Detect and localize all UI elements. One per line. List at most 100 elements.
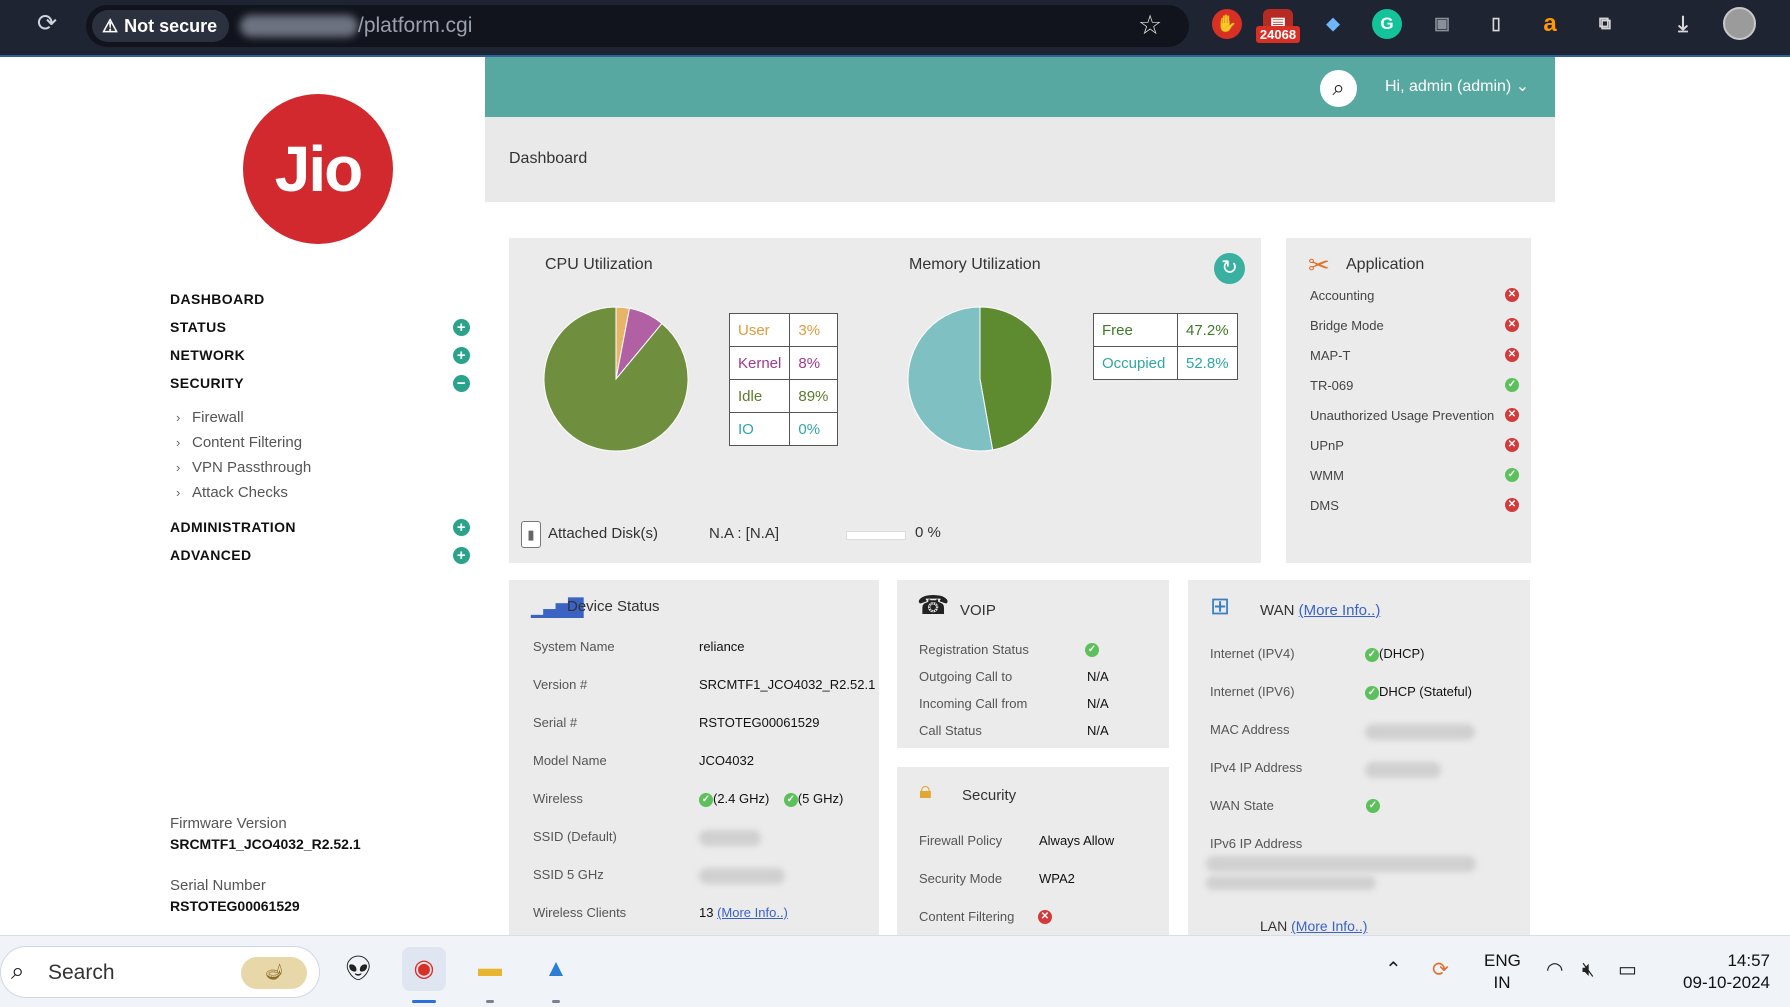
nav-administration[interactable]: ADMINISTRATION + (170, 513, 470, 541)
legend-label-occupied: Occupied (1093, 346, 1178, 380)
security-value: WPA2 (1039, 871, 1075, 886)
language-indicator[interactable]: ENG IN (1484, 950, 1521, 994)
application-title: Application (1346, 256, 1425, 273)
nav-label: STATUS (170, 319, 227, 335)
taskbar-search[interactable]: ⌕ Search 🪔︎ (0, 946, 320, 998)
file-explorer-icon[interactable]: ▬ (468, 947, 512, 991)
pie-slice-occupied (907, 306, 994, 452)
device-label: SSID 5 GHz (533, 867, 604, 882)
subnav-label: Attack Checks (192, 484, 288, 501)
wan-label: IPv6 IP Address (1210, 836, 1303, 851)
voip-panel: ☎ VOIP Registration Status ✓ Outgoing Ca… (897, 580, 1169, 748)
legend-label-idle: Idle (728, 379, 791, 413)
battery-icon[interactable]: ▭ (1618, 958, 1637, 982)
refresh-icon[interactable]: ↻ (1214, 253, 1245, 284)
url-text[interactable]: /platform.cgi (358, 12, 472, 40)
nav-advanced[interactable]: ADVANCED + (170, 541, 470, 569)
redacted-value (1365, 724, 1475, 740)
windows-taskbar: ⌕ Search 🪔︎ 👽︎ ◉ ▬ ▲ ⌃ ⟳ ENG IN ◠ 🔇︎ ▭ 14… (0, 935, 1790, 1007)
reload-icon[interactable]: ⟳ (33, 10, 61, 38)
security-label: Not secure (124, 16, 218, 36)
legend-value-free: 47.2% (1177, 313, 1238, 347)
serial-value: RSTOTEG00061529 (170, 898, 300, 914)
voip-value: N/A (1087, 696, 1109, 711)
wan-more-info-link[interactable]: (More Info..) (1299, 602, 1381, 619)
device-label: Version # (533, 677, 588, 692)
lan-title-group: LAN (More Info..) (1260, 918, 1367, 934)
device-value: RSTOTEG00061529 (699, 715, 820, 730)
warning-icon: ⚠ (102, 16, 119, 36)
legend-row: Kernel 8% (728, 346, 839, 380)
security-indicator[interactable]: ⚠ Not secure (92, 10, 230, 42)
memory-legend: Free 47.2% Occupied 52.8% (1093, 313, 1238, 380)
app-row-tr069: TR-069 ✓ (1310, 378, 1519, 393)
nav-network[interactable]: NETWORK + (170, 341, 470, 369)
nav-dashboard[interactable]: DASHBOARD (170, 285, 470, 313)
lock-icon: 🔒︎ (919, 777, 932, 804)
bookmark-star-icon[interactable]: ☆ (1138, 9, 1162, 41)
sync-icon[interactable]: ⟳ (1432, 958, 1449, 982)
disk-percent: 0 % (915, 524, 941, 541)
legend-row: User 3% (728, 313, 839, 347)
clients-count: 13 (699, 905, 714, 920)
expand-icon[interactable]: + (453, 519, 470, 536)
chevron-up-icon[interactable]: ⌃ (1385, 958, 1402, 982)
device-label: System Name (533, 639, 615, 654)
legend-label-user: User (728, 313, 791, 347)
memory-title: Memory Utilization (909, 256, 1041, 273)
security-label: Firewall Policy (919, 833, 1003, 848)
adblock-extension-icon[interactable]: ✋ (1212, 9, 1242, 39)
voip-value: N/A (1087, 669, 1109, 684)
address-bar[interactable]: ⚠ Not secure /platform.cgi ☆ (86, 5, 1189, 47)
grammarly-icon[interactable]: G (1372, 9, 1402, 39)
pie-slice-free (979, 306, 1053, 451)
wan-label: MAC Address (1210, 722, 1290, 737)
chrome-app-icon[interactable]: ◉ (402, 947, 446, 991)
download-icon[interactable]: ⤓ (1668, 9, 1698, 39)
app-label: DMS (1310, 498, 1339, 513)
clients-more-info-link[interactable]: (More Info..) (717, 905, 788, 920)
expand-icon[interactable]: + (453, 319, 470, 336)
document-extension-icon[interactable]: ▯ (1481, 9, 1511, 39)
profile-avatar[interactable] (1723, 7, 1756, 40)
legend-label-io: IO (728, 412, 791, 446)
cpu-legend: User 3% Kernel 8% Idle 89% IO 0% (728, 313, 839, 446)
robot-extension-icon[interactable]: ▣ (1427, 9, 1457, 39)
redacted-host (240, 15, 358, 37)
device-label: Wireless Clients (533, 905, 627, 920)
volume-muted-icon[interactable]: 🔇︎ (1582, 958, 1595, 982)
chevron-right-icon: › (176, 460, 181, 475)
wan-title-group: WAN (More Info..) (1260, 602, 1380, 619)
wireless-24-label: (2.4 GHz) (713, 791, 770, 806)
wan-label: WAN State (1210, 798, 1274, 813)
app-row-accounting: Accounting ✕ (1310, 288, 1519, 303)
active-app-indicator (412, 1000, 436, 1003)
clock[interactable]: 14:57 09-10-2024 (1660, 950, 1770, 994)
nav-status[interactable]: STATUS + (170, 313, 470, 341)
subnav-firewall[interactable]: › Firewall (170, 405, 470, 430)
search-icon[interactable]: ⌕ (1320, 70, 1357, 107)
alienware-app-icon[interactable]: 👽︎ (336, 947, 380, 991)
extensions-puzzle-icon[interactable]: ⧉ (1590, 9, 1620, 39)
user-menu[interactable]: Hi, admin (admin) ⌄ (1385, 75, 1529, 99)
app-label: Unauthorized Usage Prevention (1310, 408, 1495, 423)
legend-value-kernel: 8% (789, 346, 839, 380)
app-label: Bridge Mode (1310, 318, 1384, 333)
sidebar: Jio DASHBOARD STATUS + NETWORK + SECURITY −… (152, 57, 485, 935)
subnav-content-filtering[interactable]: › Content Filtering (170, 430, 470, 455)
lan-more-info-link[interactable]: (More Info..) (1291, 918, 1367, 934)
gem-extension-icon[interactable]: ◆ (1318, 9, 1348, 39)
amazon-extension-icon[interactable]: a (1535, 9, 1565, 39)
chevron-down-icon: ⌄ (1515, 78, 1530, 95)
redacted-value (1206, 876, 1376, 890)
legend-value-user: 3% (789, 313, 839, 347)
nav-security[interactable]: SECURITY − (170, 369, 470, 397)
subnav-vpn-passthrough[interactable]: › VPN Passthrough (170, 455, 470, 480)
collapse-icon[interactable]: − (453, 375, 470, 392)
expand-icon[interactable]: + (453, 547, 470, 564)
wifi-icon[interactable]: ◠ (1546, 958, 1563, 982)
photos-app-icon[interactable]: ▲ (534, 947, 578, 991)
app-row-upnp: UPnP ✕ (1310, 438, 1519, 453)
subnav-attack-checks[interactable]: › Attack Checks (170, 480, 470, 505)
expand-icon[interactable]: + (453, 347, 470, 364)
